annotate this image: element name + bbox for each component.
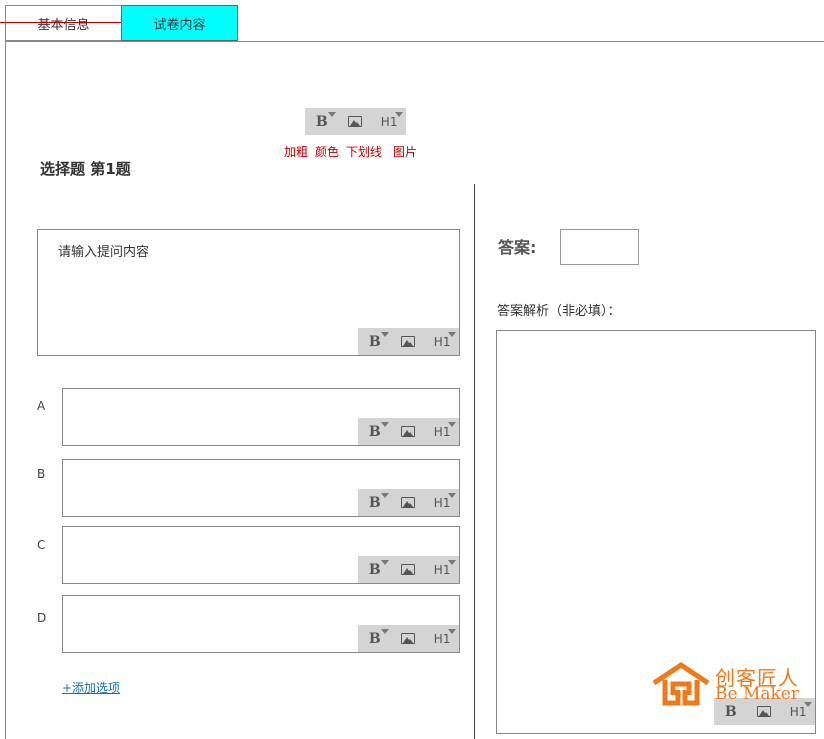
legend-underline: 下划线 xyxy=(346,145,383,159)
question-input[interactable]: 请输入提问内容 B H1 xyxy=(37,229,460,356)
tab-basic-info[interactable]: 基本信息 xyxy=(5,5,122,41)
option-b-toolbar: B H1 xyxy=(358,489,459,516)
legend-toolbar: B H1 xyxy=(305,108,406,135)
option-a-toolbar: B H1 xyxy=(358,418,459,445)
option-a-label: A xyxy=(37,399,46,413)
bold-button[interactable]: B xyxy=(360,625,390,652)
bold-button[interactable]: B xyxy=(360,489,390,516)
bold-icon: B xyxy=(368,494,381,511)
bold-button[interactable]: B xyxy=(360,556,390,583)
option-b-label: B xyxy=(37,467,46,481)
chevron-down-icon xyxy=(395,112,404,117)
house-logo-icon xyxy=(652,661,710,706)
option-c-toolbar: B H1 xyxy=(358,556,459,583)
heading-button[interactable]: H1 xyxy=(427,418,457,445)
bold-icon: B xyxy=(315,113,328,130)
heading-button[interactable]: H1 xyxy=(427,625,457,652)
image-button[interactable] xyxy=(393,625,423,652)
image-icon xyxy=(401,633,416,644)
option-a-input[interactable]: B H1 xyxy=(62,388,460,446)
chevron-down-icon xyxy=(448,493,457,498)
tab-paper-content[interactable]: 试卷内容 xyxy=(121,5,238,41)
brand-logo: 创客匠人 Be Maker xyxy=(651,661,811,708)
bold-button[interactable]: B xyxy=(307,108,337,135)
chevron-down-icon xyxy=(380,332,389,337)
column-divider xyxy=(474,184,475,739)
image-icon xyxy=(401,336,416,347)
option-b-input[interactable]: B H1 xyxy=(62,459,460,517)
legend-image: 图片 xyxy=(393,145,418,159)
chevron-down-icon xyxy=(448,422,457,427)
image-button[interactable] xyxy=(393,328,423,355)
heading-button[interactable]: H1 xyxy=(427,489,457,516)
heading-button[interactable]: H1 xyxy=(374,108,404,135)
legend-color: 颜色 xyxy=(315,145,340,159)
bold-icon: B xyxy=(368,630,381,647)
image-icon xyxy=(401,426,416,437)
bold-icon: B xyxy=(368,423,381,440)
heading-button[interactable]: H1 xyxy=(427,556,457,583)
legend-bold: 加粗 xyxy=(284,145,309,159)
chevron-down-icon xyxy=(380,422,389,427)
image-button[interactable] xyxy=(393,489,423,516)
image-button[interactable] xyxy=(340,108,370,135)
option-d-input[interactable]: B H1 xyxy=(62,595,460,653)
option-c-input[interactable]: B H1 xyxy=(62,526,460,584)
tab-paper-content-label: 试卷内容 xyxy=(153,17,206,33)
option-d-toolbar: B H1 xyxy=(358,625,459,652)
chevron-down-icon xyxy=(448,560,457,565)
option-c-label: C xyxy=(37,538,46,552)
chevron-down-icon xyxy=(380,493,389,498)
image-button[interactable] xyxy=(393,418,423,445)
bold-icon: B xyxy=(368,561,381,578)
image-button[interactable] xyxy=(393,556,423,583)
tab-strike-line xyxy=(0,22,121,23)
question-placeholder: 请输入提问内容 xyxy=(58,245,150,260)
chevron-down-icon xyxy=(327,112,336,117)
logo-text-en: Be Maker xyxy=(715,684,799,704)
toolbar-legend: 加粗 颜色 下划线 图片 xyxy=(284,143,424,160)
question-toolbar: B H1 xyxy=(358,328,459,355)
bold-button[interactable]: B xyxy=(360,418,390,445)
chevron-down-icon xyxy=(380,560,389,565)
option-d-label: D xyxy=(37,611,47,625)
chevron-down-icon xyxy=(448,629,457,634)
image-icon xyxy=(401,497,416,508)
chevron-down-icon xyxy=(380,629,389,634)
question-title: 选择题 第1题 xyxy=(40,160,131,178)
add-option-link[interactable]: +添加选项 xyxy=(62,679,120,696)
image-icon xyxy=(401,564,416,575)
answer-label: 答案: xyxy=(498,238,537,257)
bold-button[interactable]: B xyxy=(360,328,390,355)
chevron-down-icon xyxy=(448,332,457,337)
answer-input[interactable] xyxy=(560,229,639,265)
image-icon xyxy=(348,116,363,127)
bold-icon: B xyxy=(368,333,381,350)
analysis-label: 答案解析（非必填）： xyxy=(497,304,621,319)
tab-basic-info-label: 基本信息 xyxy=(37,17,90,33)
heading-button[interactable]: H1 xyxy=(427,328,457,355)
